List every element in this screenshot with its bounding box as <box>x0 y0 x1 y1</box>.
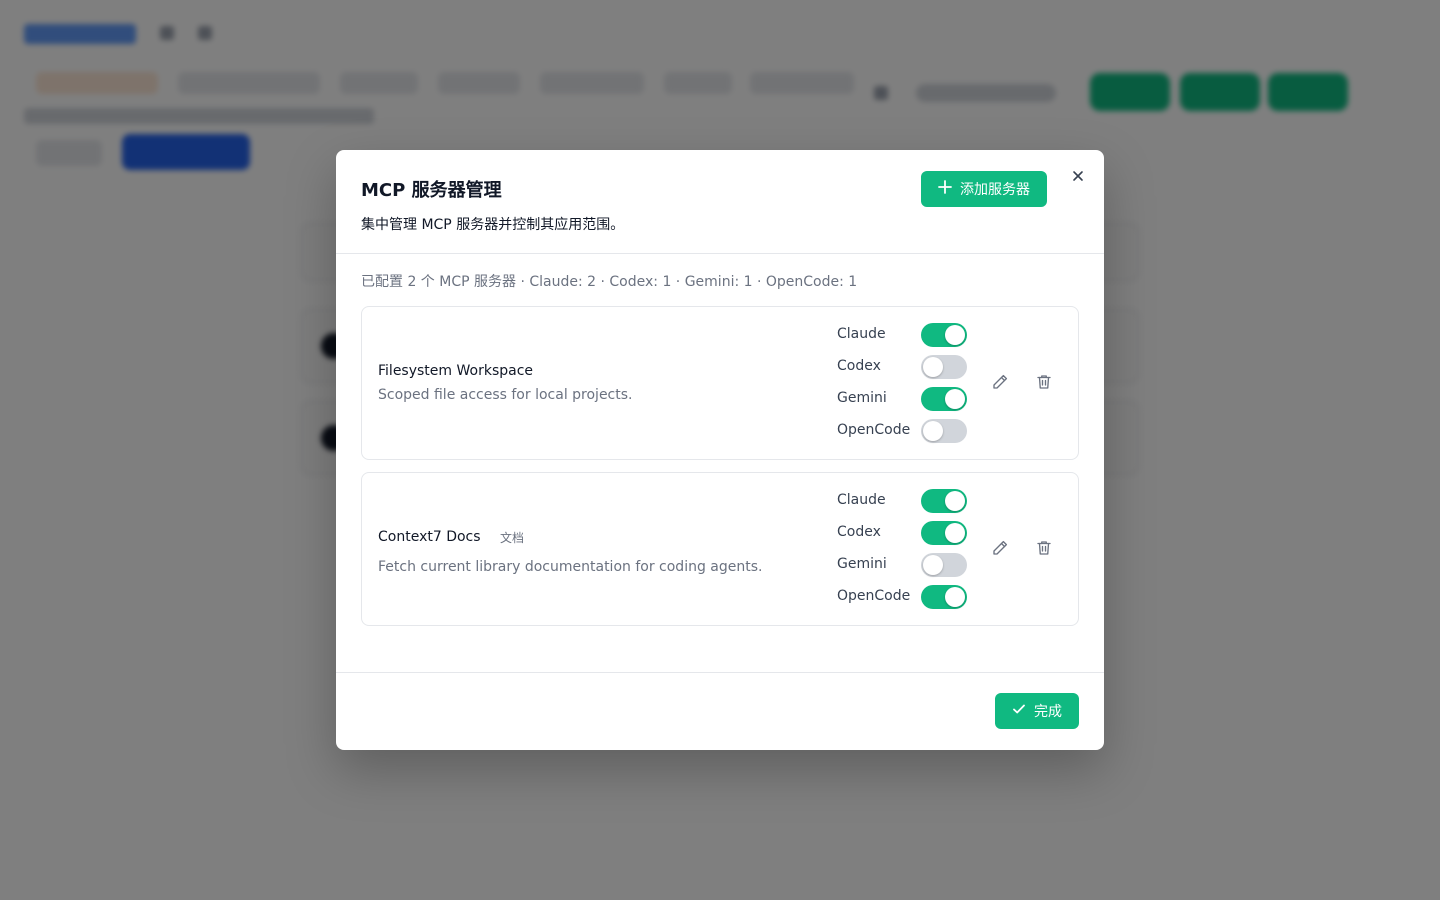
server-tag: 文档 <box>500 531 525 545</box>
toggle-opencode[interactable] <box>921 419 967 443</box>
toggle-knob <box>945 389 965 409</box>
toggle-opencode[interactable] <box>921 585 967 609</box>
app-toggle-row-opencode: OpenCode <box>837 585 967 609</box>
server-card: Context7 Docs 文档 Fetch current library d… <box>361 472 1079 626</box>
server-summary: 已配置 2 个 MCP 服务器 · Claude: 2 · Codex: 1 ·… <box>361 274 858 290</box>
app-label: OpenCode <box>837 588 911 604</box>
server-name: Filesystem Workspace <box>378 363 534 379</box>
app-toggle-row-codex: Codex <box>837 355 967 379</box>
add-server-label: 添加服务器 <box>960 182 1030 198</box>
pencil-icon <box>991 539 1009 560</box>
server-description: Fetch current library documentation for … <box>378 559 763 575</box>
server-name: Context7 Docs <box>378 529 481 545</box>
close-button[interactable] <box>1068 167 1088 187</box>
dialog-title: MCP 服务器管理 <box>361 180 502 201</box>
app-label: Claude <box>837 326 886 342</box>
toggle-knob <box>945 325 965 345</box>
plus-icon <box>938 180 952 198</box>
done-label: 完成 <box>1034 704 1062 720</box>
toggle-gemini[interactable] <box>921 553 967 577</box>
app-label: Codex <box>837 358 881 374</box>
toggle-claude[interactable] <box>921 323 967 347</box>
server-card: Filesystem Workspace Scoped file access … <box>361 306 1079 460</box>
delete-server-button[interactable] <box>1032 537 1056 561</box>
edit-server-button[interactable] <box>988 371 1012 395</box>
done-button[interactable]: 完成 <box>995 693 1079 729</box>
server-description: Scoped file access for local projects. <box>378 387 633 403</box>
app-label: Gemini <box>837 556 887 572</box>
add-server-button[interactable]: 添加服务器 <box>921 171 1047 207</box>
app-label: Gemini <box>837 390 887 406</box>
check-icon <box>1012 702 1026 720</box>
toggle-gemini[interactable] <box>921 387 967 411</box>
toggle-codex[interactable] <box>921 521 967 545</box>
mcp-manager-dialog: MCP 服务器管理 集中管理 MCP 服务器并控制其应用范围。 添加服务器 已配… <box>336 150 1104 750</box>
trash-icon <box>1035 373 1053 394</box>
app-label: Claude <box>837 492 886 508</box>
app-label: OpenCode <box>837 422 911 438</box>
trash-icon <box>1035 539 1053 560</box>
edit-server-button[interactable] <box>988 537 1012 561</box>
app-toggle-row-gemini: Gemini <box>837 553 967 577</box>
app-toggle-row-opencode: OpenCode <box>837 419 967 443</box>
toggle-knob <box>923 421 943 441</box>
delete-server-button[interactable] <box>1032 371 1056 395</box>
app-label: Codex <box>837 524 881 540</box>
dialog-description: 集中管理 MCP 服务器并控制其应用范围。 <box>361 217 625 233</box>
toggle-knob <box>945 587 965 607</box>
app-toggle-row-codex: Codex <box>837 521 967 545</box>
app-toggle-row-claude: Claude <box>837 323 967 347</box>
pencil-icon <box>991 373 1009 394</box>
dialog-footer: 完成 <box>336 672 1104 750</box>
app-toggle-row-claude: Claude <box>837 489 967 513</box>
toggle-knob <box>923 555 943 575</box>
toggle-knob <box>945 491 965 511</box>
dialog-header: MCP 服务器管理 集中管理 MCP 服务器并控制其应用范围。 添加服务器 <box>336 150 1104 254</box>
close-icon <box>1072 170 1084 185</box>
toggle-claude[interactable] <box>921 489 967 513</box>
toggle-knob <box>923 357 943 377</box>
toggle-codex[interactable] <box>921 355 967 379</box>
toggle-knob <box>945 523 965 543</box>
app-toggle-row-gemini: Gemini <box>837 387 967 411</box>
